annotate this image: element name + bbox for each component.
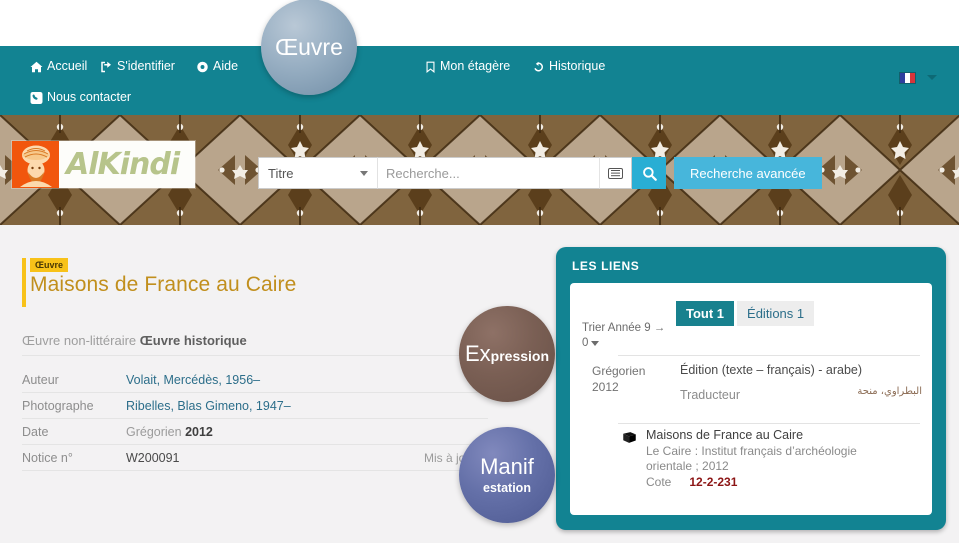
sort-label: Trier Année 9 → [582, 322, 666, 334]
result-date-year: 2012 [592, 380, 619, 394]
frbr-overlay-expression-label: Ex pression [465, 341, 549, 367]
call-number-value: 12-2-231 [689, 475, 738, 489]
frbr-overlay-expression: Ex pression [459, 306, 555, 402]
nav-item-mon-etagere-label: Mon étagère [440, 59, 511, 73]
result-manifestation: Maisons de France au Caire Le Caire : In… [646, 428, 876, 489]
phone-square-icon [30, 88, 43, 108]
magnifier-icon [642, 166, 657, 181]
field-value-notice: W200091 [126, 450, 180, 465]
advanced-search-button[interactable]: Recherche avancée [674, 157, 822, 189]
navbar-row-primary: Accueil S'identifier Aide Mon étagère Hi… [0, 56, 959, 88]
frbr-expression-secondary: pression [490, 348, 550, 364]
virtual-keyboard-button[interactable] [600, 157, 632, 189]
field-value-auteur[interactable]: Volait, Mercédès, 1956– [126, 373, 260, 387]
links-panel: LES LIENS Tout 1 Éditions 1 Trier Année … [556, 247, 946, 530]
nav-item-sidentifier[interactable]: S'identifier [100, 56, 175, 77]
tab-editions[interactable]: Éditions 1 [737, 301, 815, 326]
nav-item-aide-label: Aide [213, 59, 239, 73]
divider [618, 355, 920, 356]
search-submit-button[interactable] [632, 157, 666, 189]
chevron-down-icon [927, 75, 937, 81]
manifestation-title[interactable]: Maisons de France au Caire [646, 428, 876, 442]
history-icon [532, 57, 545, 77]
frbr-manifestation-primary: Manif [480, 454, 534, 479]
nav-item-sidentifier-label: S'identifier [117, 59, 175, 73]
record-type-badge: Œuvre [30, 258, 69, 272]
links-panel-card: Tout 1 Éditions 1 Trier Année 9 → 0 Grég… [570, 283, 932, 515]
frbr-manifestation-secondary: estation [483, 481, 531, 495]
field-row-auteur: Auteur Volait, Mercédès, 1956– [22, 367, 488, 393]
date-year: 2012 [185, 424, 213, 439]
book-icon [622, 431, 637, 449]
search-input-placeholder: Recherche... [386, 165, 460, 181]
page-title: Maisons de France au Caire [30, 273, 297, 296]
chevron-down-icon [591, 341, 600, 346]
main-navbar: Accueil S'identifier Aide Mon étagère Hi… [0, 46, 959, 115]
expression-role-agent-arabic[interactable]: البطراوي، منحة [857, 386, 922, 397]
advanced-search-label: Recherche avancée [690, 165, 806, 181]
frbr-overlay-manifestation: Manif estation [459, 427, 555, 523]
sign-in-icon [100, 57, 113, 77]
call-number-label: Cote [646, 475, 672, 489]
frbr-overlay-oeuvre: Œuvre [261, 0, 357, 95]
date-calendar: Grégorien [126, 424, 182, 439]
links-tabs: Tout 1 Éditions 1 [676, 301, 815, 326]
help-ring-icon [196, 57, 209, 77]
field-row-notice: Notice n° W200091 Mis à jour l [22, 445, 488, 471]
nav-item-accueil[interactable]: Accueil [30, 56, 87, 77]
language-switcher[interactable] [898, 69, 937, 87]
sort-control[interactable]: Trier Année 9 → 0 [582, 321, 674, 351]
bookmark-icon [425, 57, 436, 77]
result-date-calendar: Grégorien [592, 364, 646, 378]
alkindi-portrait-icon [12, 141, 59, 188]
search-bar: Titre Recherche... Recherche avancée [258, 157, 822, 189]
manifestation-publication: Le Caire : Institut français d’archéolog… [646, 444, 857, 473]
scholar-portrait-icon [19, 145, 52, 187]
brand-name: AlKindi [66, 147, 180, 182]
field-row-photographe: Photographe Ribelles, Blas Gimeno, 1947– [22, 393, 488, 419]
home-icon [30, 57, 43, 77]
record-type-prefix: Œuvre non-littéraire [22, 333, 140, 348]
search-field-selector[interactable]: Titre [258, 157, 378, 189]
nav-item-historique[interactable]: Historique [532, 56, 605, 77]
tab-tout[interactable]: Tout 1 [676, 301, 735, 326]
field-label-photographe: Photographe [22, 398, 94, 413]
sort-value: 0 [582, 337, 589, 349]
top-white-strip [0, 0, 959, 46]
app-page: Accueil S'identifier Aide Mon étagère Hi… [0, 0, 959, 543]
search-input-wrap[interactable]: Recherche... [378, 157, 600, 189]
expression-role: Traducteur [680, 388, 740, 402]
result-date: Grégorien 2012 [592, 363, 676, 395]
chevron-down-icon [360, 170, 368, 176]
nav-item-nous-contacter-label: Nous contacter [47, 90, 132, 104]
virtual-keyboard-icon [608, 167, 623, 179]
record-type-line: Œuvre non-littéraire Œuvre historique [22, 333, 488, 356]
links-panel-heading: LES LIENS [572, 259, 640, 273]
nav-item-aide[interactable]: Aide [196, 56, 238, 77]
field-label-notice: Notice n° [22, 450, 73, 465]
title-accent-bar [22, 258, 26, 307]
field-value-date: Grégorien 2012 [126, 425, 213, 439]
brand-logo[interactable]: AlKindi [12, 141, 196, 188]
nav-item-accueil-label: Accueil [47, 59, 88, 73]
field-row-date: Date Grégorien 2012 [22, 419, 488, 445]
frbr-overlay-oeuvre-label: Œuvre [275, 33, 343, 60]
nav-item-nous-contacter[interactable]: Nous contacter [30, 87, 131, 108]
divider [618, 423, 920, 424]
field-label-auteur: Auteur [22, 372, 59, 387]
field-label-date: Date [22, 424, 49, 439]
manifestation-call-number-row: Cote 12-2-231 [646, 475, 876, 489]
result-expression: Édition (texte – français) - arabe) Trad… [680, 363, 922, 404]
field-value-photographe[interactable]: Ribelles, Blas Gimeno, 1947– [126, 399, 291, 413]
expression-title[interactable]: Édition (texte – français) - arabe) [680, 363, 920, 377]
expression-role-row: Traducteur البطراوي، منحة [680, 386, 922, 404]
nav-item-historique-label: Historique [549, 59, 606, 73]
nav-item-mon-etagere[interactable]: Mon étagère [425, 56, 510, 77]
record-type-strong: Œuvre historique [139, 333, 247, 348]
french-flag-icon [898, 71, 916, 84]
search-field-selector-value: Titre [268, 165, 294, 181]
frbr-expression-primary: Ex [464, 341, 491, 366]
